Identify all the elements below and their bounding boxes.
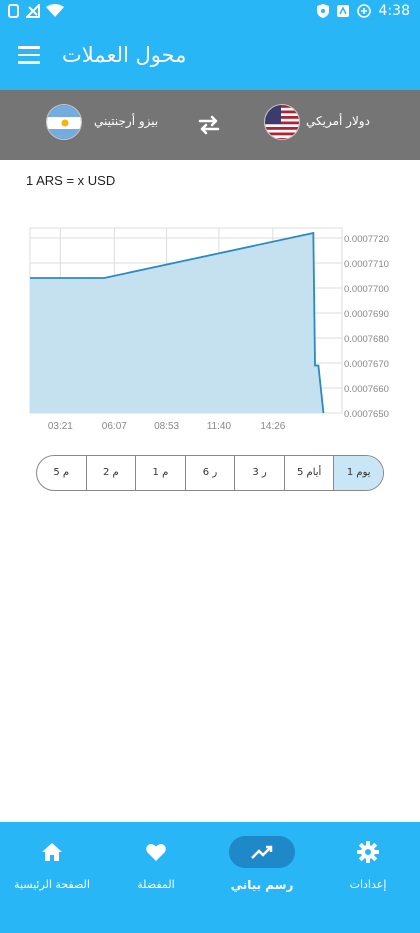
range-option-5[interactable]: 2 م xyxy=(85,456,136,490)
range-option-4[interactable]: 1 م xyxy=(135,456,185,490)
from-currency-label[interactable]: بيزو أرجنتيني xyxy=(94,114,158,128)
x-tick-label: 06:07 xyxy=(102,421,127,432)
nav-chart[interactable]: رسم بياني xyxy=(212,836,312,892)
chart-svg: 0.0007650 0.0007660 0.0007670 0.0007680 0.00… xyxy=(29,227,389,432)
y-tick-label: 0.0007680 xyxy=(344,334,389,345)
app-bar: محول العملات xyxy=(0,26,420,90)
status-time: 4:38 xyxy=(378,3,410,19)
signal-icon xyxy=(8,4,19,18)
y-tick-label: 0.0007700 xyxy=(344,284,389,295)
app-title: محول العملات xyxy=(62,43,187,67)
nav-favorites-label: المفضلة xyxy=(137,878,175,891)
app-notification-icon xyxy=(336,5,349,17)
nav-favorites[interactable]: المفضلة xyxy=(106,836,206,891)
shield-icon xyxy=(316,4,329,18)
to-currency-label[interactable]: دولار أمريكي xyxy=(306,114,370,128)
menu-icon[interactable] xyxy=(18,46,40,66)
y-tick-label: 0.0007660 xyxy=(344,384,389,395)
x-tick-label: 08:53 xyxy=(154,421,179,432)
argentina-flag-icon[interactable] xyxy=(46,104,82,140)
y-tick-label: 0.0007720 xyxy=(344,234,389,245)
gear-icon xyxy=(357,841,379,863)
nav-settings-label: إعدادات xyxy=(349,878,387,891)
nav-settings[interactable]: إعدادات xyxy=(318,836,418,891)
nav-chart-label: رسم بياني xyxy=(230,878,294,892)
nav-home-label: الصفحة الرئيسية xyxy=(14,878,90,891)
time-range-selector: 1 يوم 5 أيام 3 ر6 ر1 م2 م5 م xyxy=(36,455,384,491)
y-tick-label: 0.0007710 xyxy=(344,259,389,270)
wifi-icon xyxy=(46,4,64,17)
range-option-3[interactable]: 6 ر xyxy=(184,456,235,490)
range-option-0[interactable]: 1 يوم xyxy=(333,456,383,490)
swap-icon[interactable] xyxy=(196,112,222,138)
trending-up-icon xyxy=(251,845,273,859)
no-sim-icon xyxy=(26,4,40,18)
usa-flag-icon[interactable] xyxy=(264,104,300,140)
x-tick-label: 03:21 xyxy=(48,421,73,432)
currency-selector-bar: بيزو أرجنتيني دولار أمريكي xyxy=(0,90,420,160)
x-tick-label: 11:40 xyxy=(207,421,232,432)
y-tick-label: 0.0007650 xyxy=(344,409,389,420)
rate-chart[interactable]: 0.0007650 0.0007660 0.0007670 0.0007680 0.00… xyxy=(0,205,420,440)
range-option-2[interactable]: 3 ر xyxy=(234,456,284,490)
y-tick-label: 0.0007670 xyxy=(344,359,389,370)
data-saver-icon xyxy=(356,4,371,18)
y-tick-label: 0.0007690 xyxy=(344,309,389,320)
status-bar: 4:38 xyxy=(0,0,420,26)
range-option-1[interactable]: 5 أيام xyxy=(283,456,334,490)
chart-area xyxy=(30,233,324,413)
rate-text: 1 ARS = x USD xyxy=(26,173,116,188)
home-icon xyxy=(42,843,62,861)
bottom-navigation: الصفحة الرئيسية المفضلة رسم بياني إعدادا… xyxy=(0,822,420,933)
nav-home[interactable]: الصفحة الرئيسية xyxy=(2,836,102,891)
x-tick-label: 14:26 xyxy=(260,421,285,432)
heart-icon xyxy=(146,843,166,861)
range-option-6[interactable]: 5 م xyxy=(37,456,86,490)
